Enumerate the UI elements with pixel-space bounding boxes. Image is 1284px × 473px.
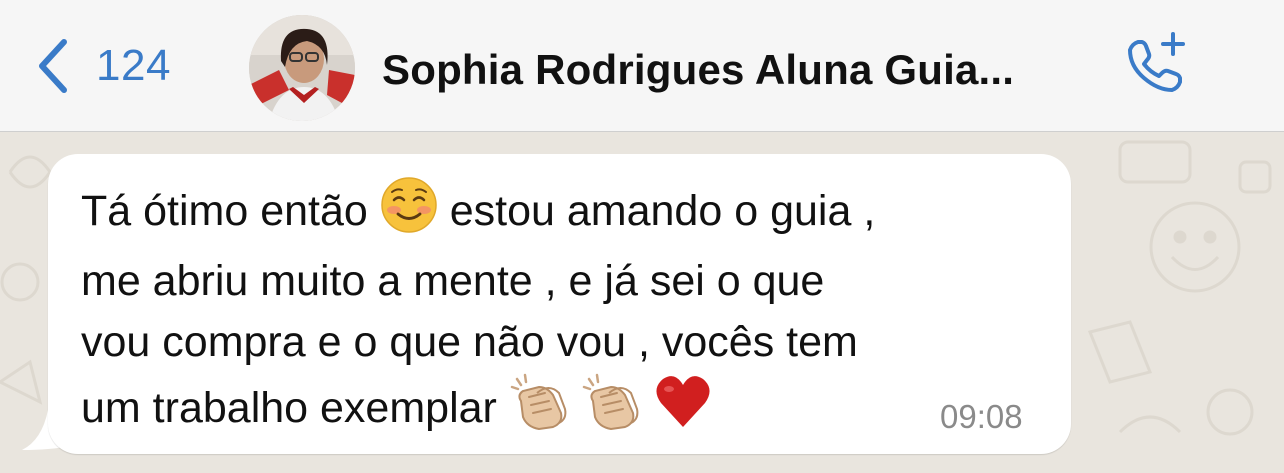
message-line: um trabalho exemplar [81, 373, 1041, 448]
back-button[interactable]: 124 [36, 36, 171, 96]
message-text-segment: um trabalho exemplar [81, 384, 497, 432]
unread-count: 124 [96, 41, 171, 90]
message-timestamp: 09:08 [940, 398, 1023, 435]
message-line: Tá ótimo então estou amando o guia , [81, 176, 1041, 251]
avatar[interactable] [249, 15, 355, 121]
smiling-face-icon [380, 176, 438, 251]
message-text: Tá ótimo então estou amando o guia , me … [81, 176, 1041, 448]
red-heart-icon [653, 373, 713, 448]
message-line: me abriu muito a mente , e já sei o que [81, 257, 825, 305]
phone-plus-icon [1128, 32, 1185, 92]
chat-header: 124 Sophia Rodrigues Aluna Guia... [0, 0, 1284, 132]
chevron-left-icon [39, 39, 67, 93]
message-text-segment: Tá ótimo então [81, 187, 368, 235]
clapping-hands-icon [509, 373, 569, 448]
message-text-segment: estou amando o guia , [449, 187, 876, 235]
contact-name[interactable]: Sophia Rodrigues Aluna Guia... [382, 46, 1014, 94]
clapping-hands-icon [581, 373, 641, 448]
avatar-photo [249, 15, 355, 121]
add-call-button[interactable] [1122, 30, 1190, 98]
message-line: vou compra e o que não vou , vocês tem [81, 318, 858, 366]
